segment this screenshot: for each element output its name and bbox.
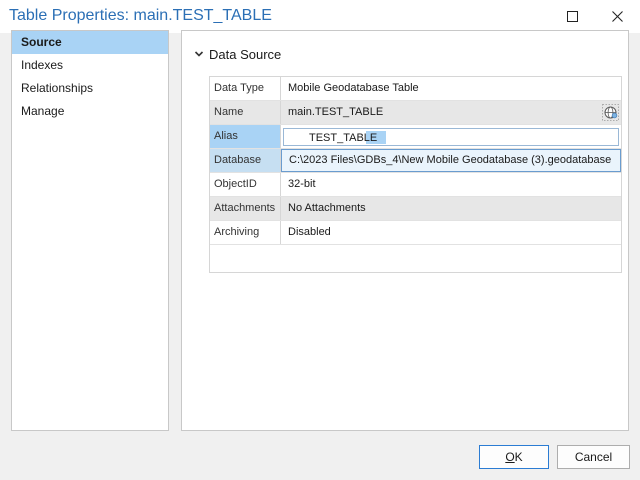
property-label: Alias	[210, 125, 281, 148]
property-value: main.TEST_TABLE	[281, 101, 621, 124]
maximize-button[interactable]	[549, 0, 595, 32]
property-label: ObjectID	[210, 173, 281, 196]
alias-input[interactable]: TEST_TABLE	[283, 128, 619, 146]
sidebar-item-indexes[interactable]: Indexes	[12, 54, 168, 77]
sidebar-item-relationships[interactable]: Relationships	[12, 77, 168, 100]
maximize-icon	[566, 10, 578, 22]
property-label: Name	[210, 101, 281, 124]
sidebar-nav: Source Indexes Relationships Manage	[11, 30, 169, 431]
sidebar-item-manage[interactable]: Manage	[12, 100, 168, 123]
ok-button[interactable]: OK	[479, 445, 549, 469]
property-row-data-type: Data Type Mobile Geodatabase Table	[210, 77, 621, 101]
property-row-database: Database C:\2023 Files\GDBs_4\New Mobile…	[210, 149, 621, 173]
property-label: Data Type	[210, 77, 281, 100]
property-label: Archiving	[210, 221, 281, 244]
property-label: Database	[210, 149, 281, 172]
dialog-title: Table Properties: main.TEST_TABLE	[9, 7, 272, 24]
property-row-objectid: ObjectID 32-bit	[210, 173, 621, 197]
property-row-attachments: Attachments No Attachments	[210, 197, 621, 221]
close-icon	[611, 10, 623, 22]
section-title: Data Source	[209, 46, 282, 62]
property-value: No Attachments	[288, 202, 366, 214]
content-panel: Data Source Data Type Mobile Geodatabase…	[181, 30, 629, 431]
alias-input-text: TEST_TABLE	[309, 132, 378, 144]
globe-icon[interactable]	[602, 104, 619, 121]
title-bar: Table Properties: main.TEST_TABLE	[0, 0, 640, 33]
property-value: TEST_TABLE	[281, 125, 621, 148]
property-value: 32-bit	[288, 178, 316, 190]
ok-mnemonic: O	[505, 450, 515, 464]
property-row-alias: Alias TEST_TABLE	[210, 125, 621, 149]
property-label: Attachments	[210, 197, 281, 220]
property-grid: Data Type Mobile Geodatabase Table Name …	[209, 76, 622, 273]
property-value: Mobile Geodatabase Table	[288, 82, 419, 94]
database-path-value[interactable]: C:\2023 Files\GDBs_4\New Mobile Geodatab…	[281, 149, 621, 172]
close-button[interactable]	[594, 0, 640, 32]
property-row-archiving: Archiving Disabled	[210, 221, 621, 245]
property-value: Disabled	[288, 226, 331, 238]
name-value: main.TEST_TABLE	[288, 106, 384, 118]
cancel-button[interactable]: Cancel	[557, 445, 630, 469]
sidebar-item-source[interactable]: Source	[12, 31, 168, 54]
chevron-down-icon	[194, 51, 204, 57]
property-row-name: Name main.TEST_TABLE	[210, 101, 621, 125]
data-source-section-header[interactable]: Data Source	[194, 45, 281, 63]
table-properties-dialog: Table Properties: main.TEST_TABLE Source…	[0, 0, 640, 480]
ok-label-rest: K	[514, 450, 523, 464]
